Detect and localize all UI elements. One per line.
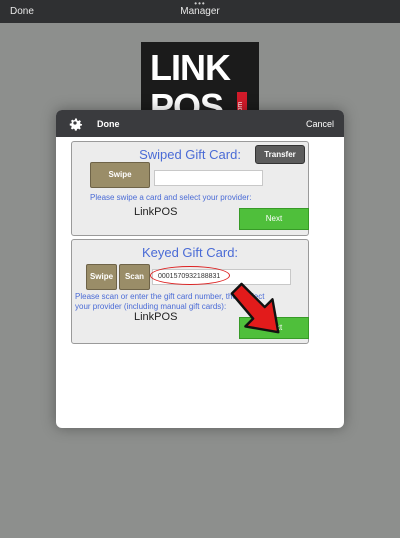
app-title: Manager bbox=[180, 6, 220, 17]
swiped-gift-card-panel: Swiped Gift Card: Transfer Swipe Please … bbox=[71, 141, 309, 236]
swiped-hint: Please swipe a card and select your prov… bbox=[90, 193, 252, 202]
swiped-card-field[interactable] bbox=[154, 170, 263, 186]
dialog-cancel-button[interactable]: Cancel bbox=[306, 119, 334, 129]
top-status-bar: Done ••• Manager bbox=[0, 0, 400, 23]
scan-button[interactable]: Scan bbox=[119, 264, 150, 290]
swiped-next-button[interactable]: Next bbox=[239, 208, 309, 230]
keyed-gift-card-panel: Keyed Gift Card: Swipe Scan 000157093218… bbox=[71, 239, 309, 344]
transfer-button[interactable]: Transfer bbox=[255, 145, 305, 164]
red-arrow-icon bbox=[230, 282, 280, 334]
gear-icon[interactable] bbox=[66, 114, 84, 132]
card-number-highlight bbox=[150, 266, 230, 285]
keyed-provider-value[interactable]: LinkPOS bbox=[134, 311, 177, 323]
dialog-done-button[interactable]: Done bbox=[97, 119, 120, 129]
swiped-swipe-button[interactable]: Swipe bbox=[90, 162, 150, 188]
keyed-panel-title: Keyed Gift Card: bbox=[141, 245, 239, 260]
logo-line-1: LINK bbox=[150, 47, 231, 88]
gift-card-dialog: Done Cancel Swiped Gift Card: Transfer S… bbox=[56, 110, 344, 428]
dialog-toolbar: Done Cancel bbox=[56, 110, 344, 137]
swiped-provider-value[interactable]: LinkPOS bbox=[134, 206, 177, 218]
keyed-swipe-button[interactable]: Swipe bbox=[86, 264, 117, 290]
